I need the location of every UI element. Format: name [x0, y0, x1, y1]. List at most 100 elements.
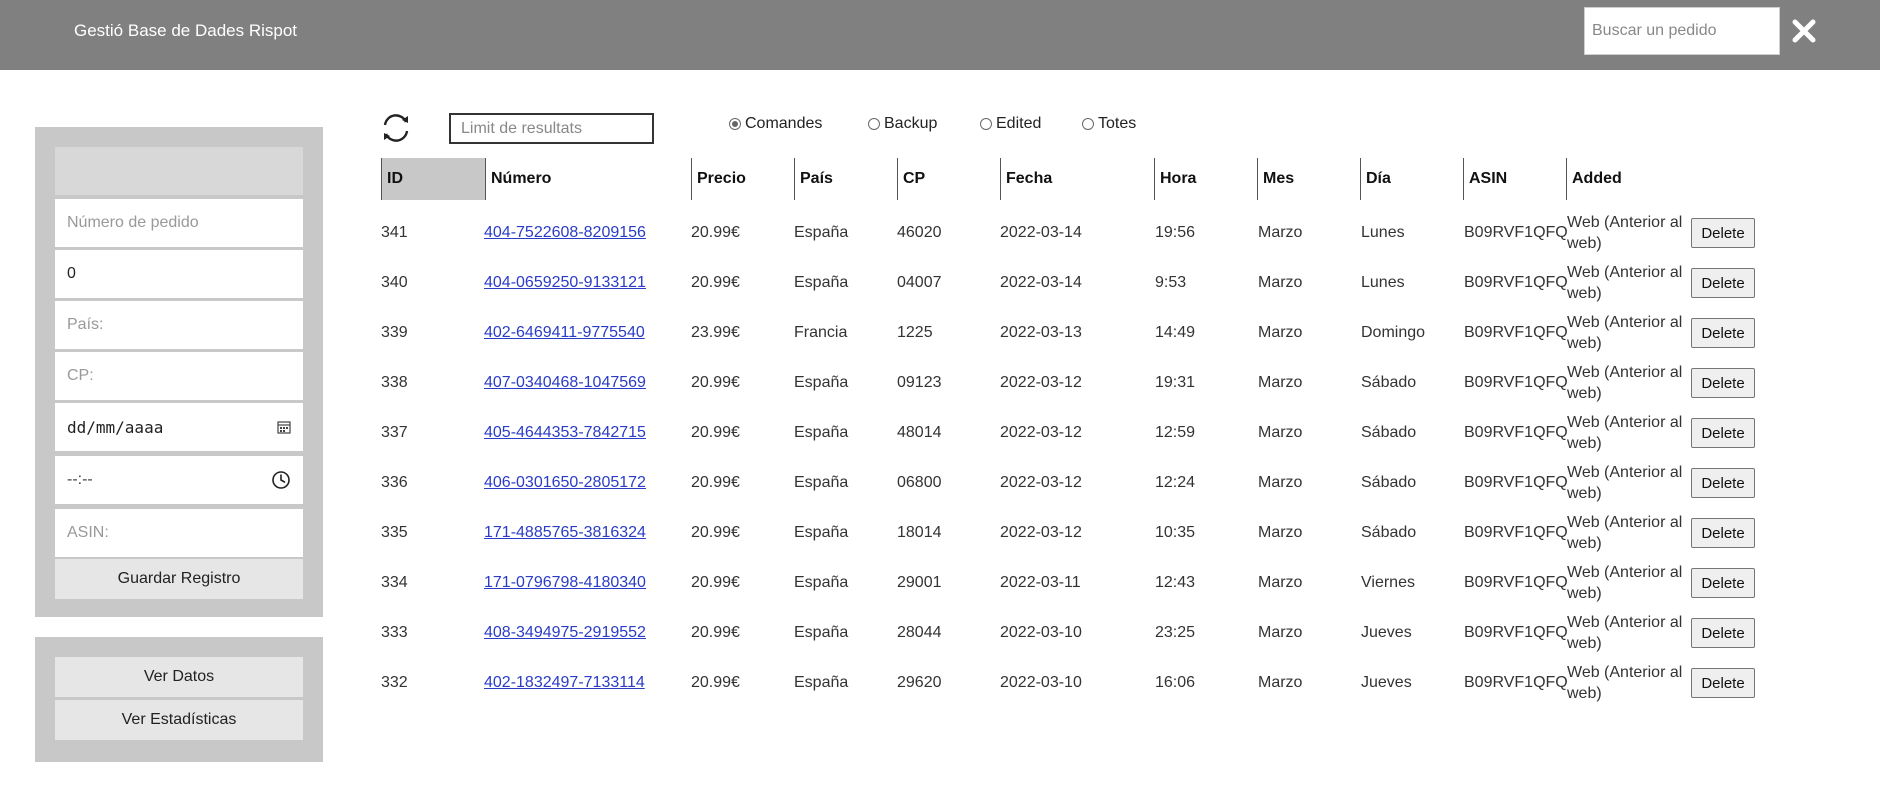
cell-precio: 20.99€ — [691, 374, 740, 391]
delete-button[interactable]: Delete — [1691, 668, 1755, 698]
cell-id: 339 — [381, 324, 408, 341]
table-row: 332 402-1832497-7133114 20.99€ España 29… — [0, 658, 1880, 708]
order-link[interactable]: 405-4644353-7842715 — [484, 424, 646, 442]
cell-mes: Marzo — [1258, 424, 1303, 441]
cell-numero: 171-4885765-3816324 — [484, 508, 646, 558]
radio-dot[interactable] — [868, 118, 880, 130]
cell-mes: Marzo — [1258, 274, 1303, 291]
radio-dot[interactable] — [1082, 118, 1094, 130]
order-link[interactable]: 404-0659250-9133121 — [484, 274, 646, 292]
column-header-mes[interactable]: Mes — [1257, 158, 1361, 200]
search-input[interactable] — [1584, 7, 1780, 55]
refresh-icon[interactable] — [378, 110, 414, 146]
cell-asin: B09RVF1QFQ — [1464, 674, 1568, 691]
column-header-asin[interactable]: ASIN — [1463, 158, 1567, 200]
delete-button[interactable]: Delete — [1691, 618, 1755, 648]
close-icon[interactable] — [1790, 17, 1818, 45]
delete-button[interactable]: Delete — [1691, 418, 1755, 448]
cell-mes: Marzo — [1258, 624, 1303, 641]
cell-pais: España — [794, 674, 849, 691]
radio-dot-checked[interactable] — [729, 118, 741, 130]
order-link[interactable]: 407-0340468-1047569 — [484, 374, 646, 392]
column-header-cp[interactable]: CP — [897, 158, 1001, 200]
cell-added: Web (Anterior al web) — [1567, 614, 1683, 652]
delete-button[interactable]: Delete — [1691, 368, 1755, 398]
cell-mes: Marzo — [1258, 524, 1303, 541]
cell-precio: 20.99€ — [691, 224, 740, 241]
cell-mes: Marzo — [1258, 674, 1303, 691]
cell-fecha: 2022-03-12 — [1000, 474, 1082, 491]
cell-asin: B09RVF1QFQ — [1464, 274, 1568, 291]
order-link[interactable]: 171-4885765-3816324 — [484, 524, 646, 542]
column-header-precio[interactable]: Precio — [691, 158, 795, 200]
cell-numero: 407-0340468-1047569 — [484, 358, 646, 408]
radio-dot[interactable] — [980, 118, 992, 130]
radio-label: Edited — [996, 115, 1042, 132]
cell-added: Web (Anterior al web) — [1567, 564, 1683, 602]
cell-asin: B09RVF1QFQ — [1464, 574, 1568, 591]
cell-pais: España — [794, 224, 849, 241]
cell-cp: 46020 — [897, 224, 942, 241]
radio-totes[interactable]: Totes — [1082, 115, 1136, 133]
table-row: 335 171-4885765-3816324 20.99€ España 18… — [0, 508, 1880, 558]
cell-mes: Marzo — [1258, 224, 1303, 241]
cell-added: Web (Anterior al web) — [1567, 364, 1683, 402]
column-header-fecha[interactable]: Fecha — [1000, 158, 1155, 200]
cell-id: 337 — [381, 424, 408, 441]
cell-fecha: 2022-03-13 — [1000, 324, 1082, 341]
table-row: 334 171-0796798-4180340 20.99€ España 29… — [0, 558, 1880, 608]
order-link[interactable]: 171-0796798-4180340 — [484, 574, 646, 592]
cell-numero: 404-0659250-9133121 — [484, 258, 646, 308]
cell-fecha: 2022-03-10 — [1000, 624, 1082, 641]
cell-precio: 20.99€ — [691, 274, 740, 291]
cell-hora: 12:24 — [1155, 474, 1196, 491]
column-header-dia[interactable]: Día — [1360, 158, 1464, 200]
cell-pais: España — [794, 624, 849, 641]
cell-added: Web (Anterior al web) — [1567, 464, 1683, 502]
cell-dia: Domingo — [1361, 324, 1426, 341]
result-limit-input[interactable] — [449, 113, 654, 144]
column-header-added[interactable]: Added — [1566, 158, 1691, 200]
cell-cp: 28044 — [897, 624, 942, 641]
delete-button[interactable]: Delete — [1691, 568, 1755, 598]
cell-added: Web (Anterior al web) — [1567, 514, 1683, 552]
cell-asin: B09RVF1QFQ — [1464, 624, 1568, 641]
cell-hora: 16:06 — [1155, 674, 1196, 691]
cell-dia: Sábado — [1361, 524, 1417, 541]
cell-numero: 406-0301650-2805172 — [484, 458, 646, 508]
order-link[interactable]: 402-1832497-7133114 — [484, 674, 645, 692]
cell-pais: España — [794, 374, 849, 391]
radio-comandes[interactable]: Comandes — [729, 115, 822, 133]
delete-button[interactable]: Delete — [1691, 268, 1755, 298]
cell-id: 336 — [381, 474, 408, 491]
cell-mes: Marzo — [1258, 574, 1303, 591]
radio-backup[interactable]: Backup — [868, 115, 937, 133]
column-header-id[interactable]: ID — [381, 158, 485, 200]
cell-mes: Marzo — [1258, 474, 1303, 491]
radio-edited[interactable]: Edited — [980, 115, 1041, 133]
cell-cp: 29001 — [897, 574, 942, 591]
column-header-pais[interactable]: País — [794, 158, 898, 200]
column-header-numero[interactable]: Número — [485, 158, 692, 200]
order-link[interactable]: 404-7522608-8209156 — [484, 224, 646, 242]
cell-id: 340 — [381, 274, 408, 291]
cell-dia: Jueves — [1361, 674, 1412, 691]
cell-numero: 171-0796798-4180340 — [484, 558, 646, 608]
delete-button[interactable]: Delete — [1691, 518, 1755, 548]
delete-button[interactable]: Delete — [1691, 218, 1755, 248]
cell-pais: España — [794, 524, 849, 541]
cell-asin: B09RVF1QFQ — [1464, 374, 1568, 391]
cell-asin: B09RVF1QFQ — [1464, 424, 1568, 441]
cell-id: 332 — [381, 674, 408, 691]
delete-button[interactable]: Delete — [1691, 468, 1755, 498]
cell-fecha: 2022-03-12 — [1000, 524, 1082, 541]
cell-hora: 10:35 — [1155, 524, 1196, 541]
order-link[interactable]: 408-3494975-2919552 — [484, 624, 646, 642]
order-link[interactable]: 406-0301650-2805172 — [484, 474, 646, 492]
table-row: 338 407-0340468-1047569 20.99€ España 09… — [0, 358, 1880, 408]
delete-button[interactable]: Delete — [1691, 318, 1755, 348]
table-row: 336 406-0301650-2805172 20.99€ España 06… — [0, 458, 1880, 508]
column-header-hora[interactable]: Hora — [1154, 158, 1258, 200]
order-link[interactable]: 402-6469411-9775540 — [484, 324, 645, 342]
table-row: 339 402-6469411-9775540 23.99€ Francia 1… — [0, 308, 1880, 358]
